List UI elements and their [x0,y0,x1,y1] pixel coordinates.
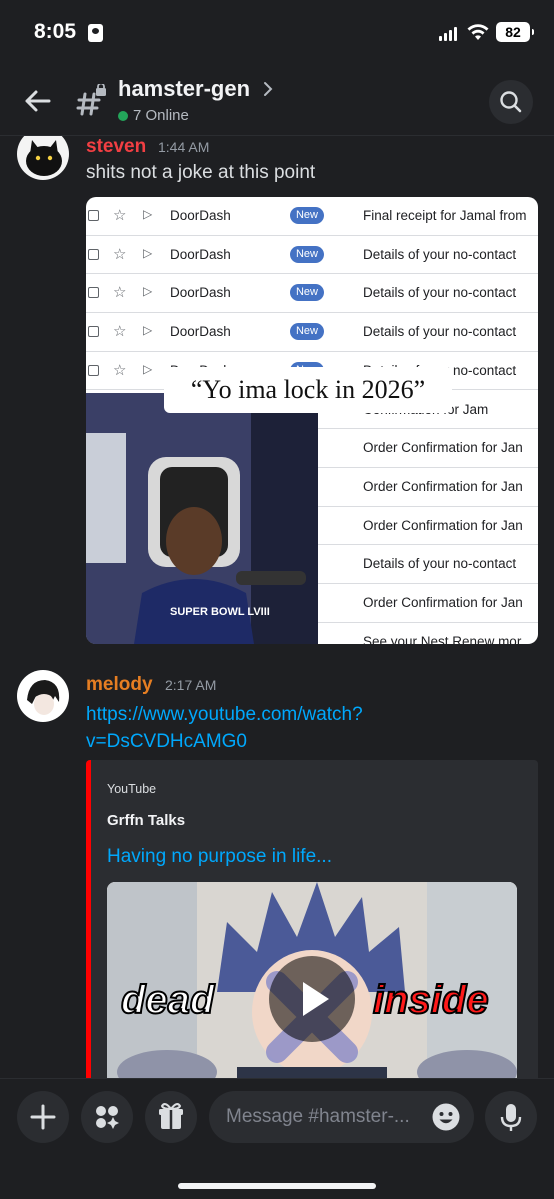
new-badge: New [290,245,324,263]
id-card-icon [88,24,103,42]
online-status-dot [118,111,128,121]
importance-icon: ▷ [143,284,153,299]
channel-header: hamster-gen 7 Online [0,66,554,136]
checkbox-icon [88,287,99,299]
email-row: ☆ ▷ DoorDash New Details of your no-contact [86,236,538,275]
checkbox-icon [88,364,99,376]
plus-icon [30,1104,56,1130]
online-count: 7 Online [133,107,189,124]
search-icon [500,91,522,113]
search-button[interactable] [489,80,533,124]
email-subject: Details of your no-contact [363,246,517,262]
email-subject: Final receipt for Jamal from [363,208,527,223]
youtube-link[interactable]: https://www.youtube.com/watch? v=DsCVDHc… [86,701,363,755]
back-arrow-icon[interactable] [20,84,54,118]
email-sender: DoorDash [170,208,231,223]
email-subject: Order Confirmation for Jan [363,440,523,456]
thumbnail-text-inside: inside [372,977,490,1023]
email-subject: Details of your no-contact [363,556,517,572]
streamer-webcam: SUPER BOWL LVIII [86,393,318,644]
meme-caption: “Yo ima lock in 2026” [164,367,452,413]
importance-icon: ▷ [143,323,153,338]
checkbox-icon [88,326,99,338]
embed-provider[interactable]: YouTube [107,782,156,796]
email-sender: DoorDash [170,324,231,340]
status-bar: 8:05 82 [0,0,554,66]
avatar[interactable] [17,670,69,722]
star-icon: ☆ [113,245,127,263]
play-icon [303,982,329,1016]
cat-avatar-image [26,140,62,176]
email-sender: DoorDash [170,246,231,262]
locked-channel-hash-icon [76,84,106,116]
home-indicator[interactable] [178,1183,376,1189]
voice-message-button[interactable] [485,1091,537,1143]
status-time: 8:05 [34,20,77,43]
cellular-signal-icon [439,26,457,41]
anime-avatar-image [27,680,60,715]
checkbox-icon [88,210,99,221]
importance-icon: ▷ [143,207,153,221]
thumbnail-text-dead: dead [120,977,215,1023]
wifi-icon [467,24,489,40]
star-icon: ☆ [113,323,127,341]
avatar[interactable] [17,136,69,180]
message-list[interactable]: steven 1:44 AM shits not a joke at this … [0,136,554,1078]
star-icon: ☆ [113,361,127,379]
image-attachment[interactable]: ☆ ▷ DoorDash New Final receipt for Jamal fro… [86,197,538,644]
importance-icon: ▷ [143,361,153,376]
email-subject: Details of your no-contact [363,324,517,340]
apps-button[interactable] [81,1091,133,1143]
email-row: ☆ ▷ DoorDash New Details of your no-contact [86,313,538,352]
message-composer [0,1078,554,1199]
channel-name[interactable]: hamster-gen [118,76,250,102]
gift-icon [159,1103,183,1129]
message-timestamp: 2:17 AM [165,677,217,693]
youtube-embed: YouTube Grffn Talks Having no purpose in… [86,760,538,1078]
microphone-icon [500,1104,522,1131]
message-text: shits not a joke at this point [86,162,316,183]
link-line-2: v=DsCVDHcAMG0 [86,731,247,752]
new-badge: New [290,284,324,302]
gift-button[interactable] [145,1091,197,1143]
email-row: ☆ ▷ DoorDash New Final receipt for Jamal fro… [86,197,538,236]
link-line-1: https://www.youtube.com/watch? [86,704,363,725]
battery-indicator: 82 [496,22,534,42]
email-sender: DoorDash [170,285,231,301]
message-author[interactable]: steven [86,136,146,158]
emoji-icon[interactable] [431,1102,461,1132]
star-icon: ☆ [113,284,127,302]
new-badge: New [290,323,324,341]
message-input-wrapper [209,1091,474,1143]
chevron-right-icon[interactable] [262,80,274,98]
streamer-image: SUPER BOWL LVIII [86,393,318,644]
message-author[interactable]: melody [86,674,153,696]
email-row: ☆ ▷ DoorDash New Details of your no-contact [86,274,538,314]
email-subject: Order Confirmation for Jan [363,478,523,494]
embed-author[interactable]: Grffn Talks [107,812,185,829]
add-attachment-button[interactable] [17,1091,69,1143]
message-input[interactable] [226,1091,426,1143]
email-subject: Order Confirmation for Jan [363,595,523,610]
message-timestamp: 1:44 AM [158,139,210,155]
play-button[interactable] [269,956,355,1042]
star-icon: ☆ [113,207,127,224]
shirt-text: SUPER BOWL LVIII [170,606,270,618]
embed-title[interactable]: Having no purpose in life... [107,846,332,868]
apps-icon [96,1106,119,1129]
email-subject: Order Confirmation for Jan [363,517,523,533]
importance-icon: ▷ [143,245,153,260]
new-badge: New [290,207,324,224]
email-subject: See your Nest Renew mor [363,633,522,644]
video-thumbnail[interactable]: dead inside [107,882,517,1078]
email-subject: Details of your no-contact [363,285,517,301]
checkbox-icon [88,248,99,260]
